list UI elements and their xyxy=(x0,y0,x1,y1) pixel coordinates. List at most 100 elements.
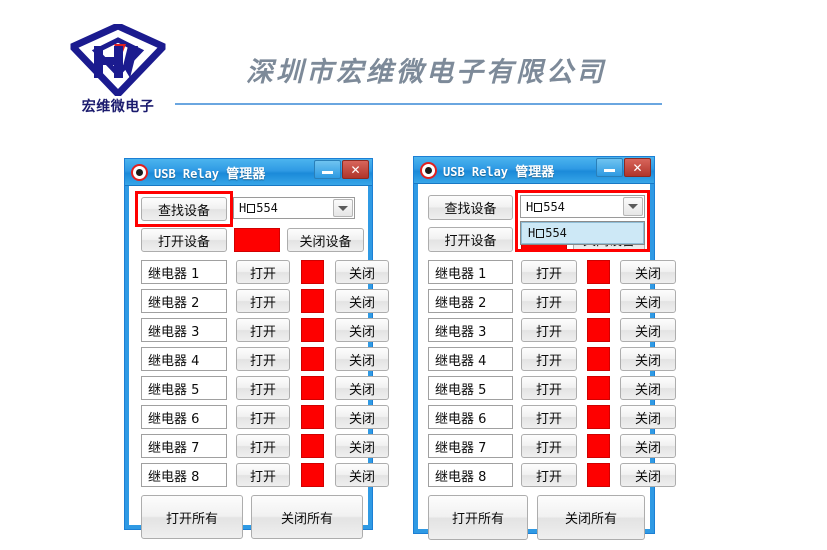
close-device-button[interactable]: 关闭设备 xyxy=(287,228,364,252)
relay-close-button[interactable]: 关闭 xyxy=(620,318,676,342)
relay-close-button[interactable]: 关闭 xyxy=(620,434,676,458)
relay-status-led xyxy=(301,405,324,429)
window-title-cjk: 管理器 xyxy=(515,164,555,180)
relay-row: 继电器 5 打开 关闭 xyxy=(141,376,389,400)
relay-open-button[interactable]: 打开 xyxy=(236,347,290,371)
minimize-button[interactable] xyxy=(314,160,341,179)
device-combo-value: H 554 xyxy=(526,199,565,214)
open-all-button[interactable]: 打开所有 xyxy=(428,495,528,540)
relay-close-button[interactable]: 关闭 xyxy=(620,405,676,429)
relay-status-led xyxy=(587,260,610,284)
relay-open-button[interactable]: 打开 xyxy=(236,260,290,284)
relay-open-button[interactable]: 打开 xyxy=(236,405,290,429)
chevron-down-icon[interactable] xyxy=(623,197,643,216)
device-dropdown-list[interactable]: H 554 xyxy=(520,221,645,245)
relay-close-button[interactable]: 关闭 xyxy=(335,463,389,487)
title-bar-right[interactable]: USB Relay 管理器 ✕ xyxy=(414,157,654,184)
device-status-led xyxy=(234,228,280,252)
relay-open-button[interactable]: 打开 xyxy=(521,347,577,371)
relay-label-field[interactable]: 继电器 4 xyxy=(428,347,513,371)
relay-row: 继电器 2 打开 关闭 xyxy=(141,289,389,313)
title-bar-left[interactable]: USB Relay 管理器 ✕ xyxy=(125,159,372,186)
relay-label-field[interactable]: 继电器 7 xyxy=(428,434,513,458)
relay-open-button[interactable]: 打开 xyxy=(521,405,577,429)
relay-label-field[interactable]: 继电器 8 xyxy=(141,463,227,487)
relay-label-field[interactable]: 继电器 7 xyxy=(141,434,227,458)
relay-label-field[interactable]: 继电器 6 xyxy=(428,405,513,429)
relay-status-led xyxy=(301,260,324,284)
find-device-button[interactable]: 查找设备 xyxy=(141,197,227,221)
window-title: USB Relay 管理器 xyxy=(443,161,554,180)
relay-open-button[interactable]: 打开 xyxy=(236,318,290,342)
window-frame-right: 查找设备 打开设备 关闭设备 H554 H554 继电器 1打开关闭继电器 2打… xyxy=(414,184,676,540)
close-all-button[interactable]: 关闭所有 xyxy=(537,495,645,540)
device-combo-right[interactable]: H 554 xyxy=(520,195,645,218)
chevron-down-icon[interactable] xyxy=(333,199,353,217)
close-button[interactable]: ✕ xyxy=(624,158,651,177)
close-all-button[interactable]: 关闭所有 xyxy=(251,495,363,539)
relay-close-button[interactable]: 关闭 xyxy=(335,434,389,458)
open-all-button[interactable]: 打开所有 xyxy=(141,495,243,539)
relay-close-button[interactable]: 关闭 xyxy=(335,347,389,371)
relay-close-button[interactable]: 关闭 xyxy=(335,260,389,284)
relay-open-button[interactable]: 打开 xyxy=(521,376,577,400)
relay-close-button[interactable]: 关闭 xyxy=(620,260,676,284)
relay-close-button[interactable]: 关闭 xyxy=(620,463,676,487)
relay-open-button[interactable]: 打开 xyxy=(236,463,290,487)
relay-label-field[interactable]: 继电器 5 xyxy=(141,376,227,400)
relay-open-button[interactable]: 打开 xyxy=(521,434,577,458)
close-button[interactable]: ✕ xyxy=(342,160,369,179)
relay-close-button[interactable]: 关闭 xyxy=(620,289,676,313)
relay-open-button[interactable]: 打开 xyxy=(236,434,290,458)
page-header: 宏维微电子 深圳市宏维微电子有限公司 xyxy=(0,0,827,130)
relay-open-button[interactable]: 打开 xyxy=(521,289,577,313)
relay-label-field[interactable]: 继电器 1 xyxy=(141,260,227,284)
relay-open-button[interactable]: 打开 xyxy=(236,289,290,313)
relay-open-button[interactable]: 打开 xyxy=(521,463,577,487)
relay-close-button[interactable]: 关闭 xyxy=(620,347,676,371)
window-controls[interactable]: ✕ xyxy=(313,160,369,179)
relay-close-button[interactable]: 关闭 xyxy=(620,376,676,400)
relay-status-led xyxy=(301,347,324,371)
open-device-button[interactable]: 打开设备 xyxy=(141,228,227,252)
usb-relay-window-right[interactable]: USB Relay 管理器 ✕ 查找设备 打开设备 关闭设备 H554 xyxy=(413,156,676,540)
dropdown-option-item[interactable]: H 554 xyxy=(521,222,644,244)
device-combo-left[interactable]: H 554 xyxy=(233,197,355,219)
window-frame-left: 查找设备 H 554 打开设备 关闭设备 继电器 1 打开 关闭 继电器 2 打开 关闭 继电… xyxy=(125,186,389,539)
relay-row: 继电器 3 打开 关闭 xyxy=(141,318,389,342)
relay-label-field[interactable]: 继电器 2 xyxy=(141,289,227,313)
relay-label-field[interactable]: 继电器 8 xyxy=(428,463,513,487)
find-device-button[interactable]: 查找设备 xyxy=(428,195,513,220)
window-body-right: 查找设备 打开设备 关闭设备 H554 H554 继电器 1打开关闭继电器 2打… xyxy=(418,184,676,540)
relay-label-field[interactable]: 继电器 2 xyxy=(428,289,513,313)
missing-glyph-box-icon xyxy=(247,204,256,213)
relay-status-led xyxy=(587,347,610,371)
relay-label-field[interactable]: 继电器 5 xyxy=(428,376,513,400)
relay-row: 继电器 8 打开 关闭 xyxy=(141,463,389,487)
relay-row: 继电器 1 打开 关闭 xyxy=(428,260,676,284)
relay-close-button[interactable]: 关闭 xyxy=(335,318,389,342)
usb-relay-window-left[interactable]: USB Relay 管理器 ✕ 查找设备 H 554 打开设备 关闭设备 继电器… xyxy=(124,158,389,539)
minimize-button[interactable] xyxy=(596,158,623,177)
relay-label-field[interactable]: 继电器 1 xyxy=(428,260,513,284)
relay-status-led xyxy=(301,376,324,400)
relay-open-button[interactable]: 打开 xyxy=(521,260,577,284)
relay-close-button[interactable]: 关闭 xyxy=(335,376,389,400)
relay-close-button[interactable]: 关闭 xyxy=(335,289,389,313)
relay-status-led xyxy=(587,289,610,313)
relay-label-field[interactable]: 继电器 3 xyxy=(141,318,227,342)
open-device-button[interactable]: 打开设备 xyxy=(428,227,513,252)
relay-status-led xyxy=(301,289,324,313)
company-logo: 宏维微电子 xyxy=(70,22,166,120)
relay-close-button[interactable]: 关闭 xyxy=(335,405,389,429)
relay-status-led xyxy=(587,434,610,458)
relay-status-led xyxy=(301,434,324,458)
relay-label-field[interactable]: 继电器 4 xyxy=(141,347,227,371)
relay-open-button[interactable]: 打开 xyxy=(236,376,290,400)
relay-label-field[interactable]: 继电器 6 xyxy=(141,405,227,429)
relay-label-field[interactable]: 继电器 3 xyxy=(428,318,513,342)
window-controls[interactable]: ✕ xyxy=(595,158,651,177)
relay-row: 继电器 3 打开 关闭 xyxy=(428,318,676,342)
relay-status-led xyxy=(587,405,610,429)
relay-open-button[interactable]: 打开 xyxy=(521,318,577,342)
